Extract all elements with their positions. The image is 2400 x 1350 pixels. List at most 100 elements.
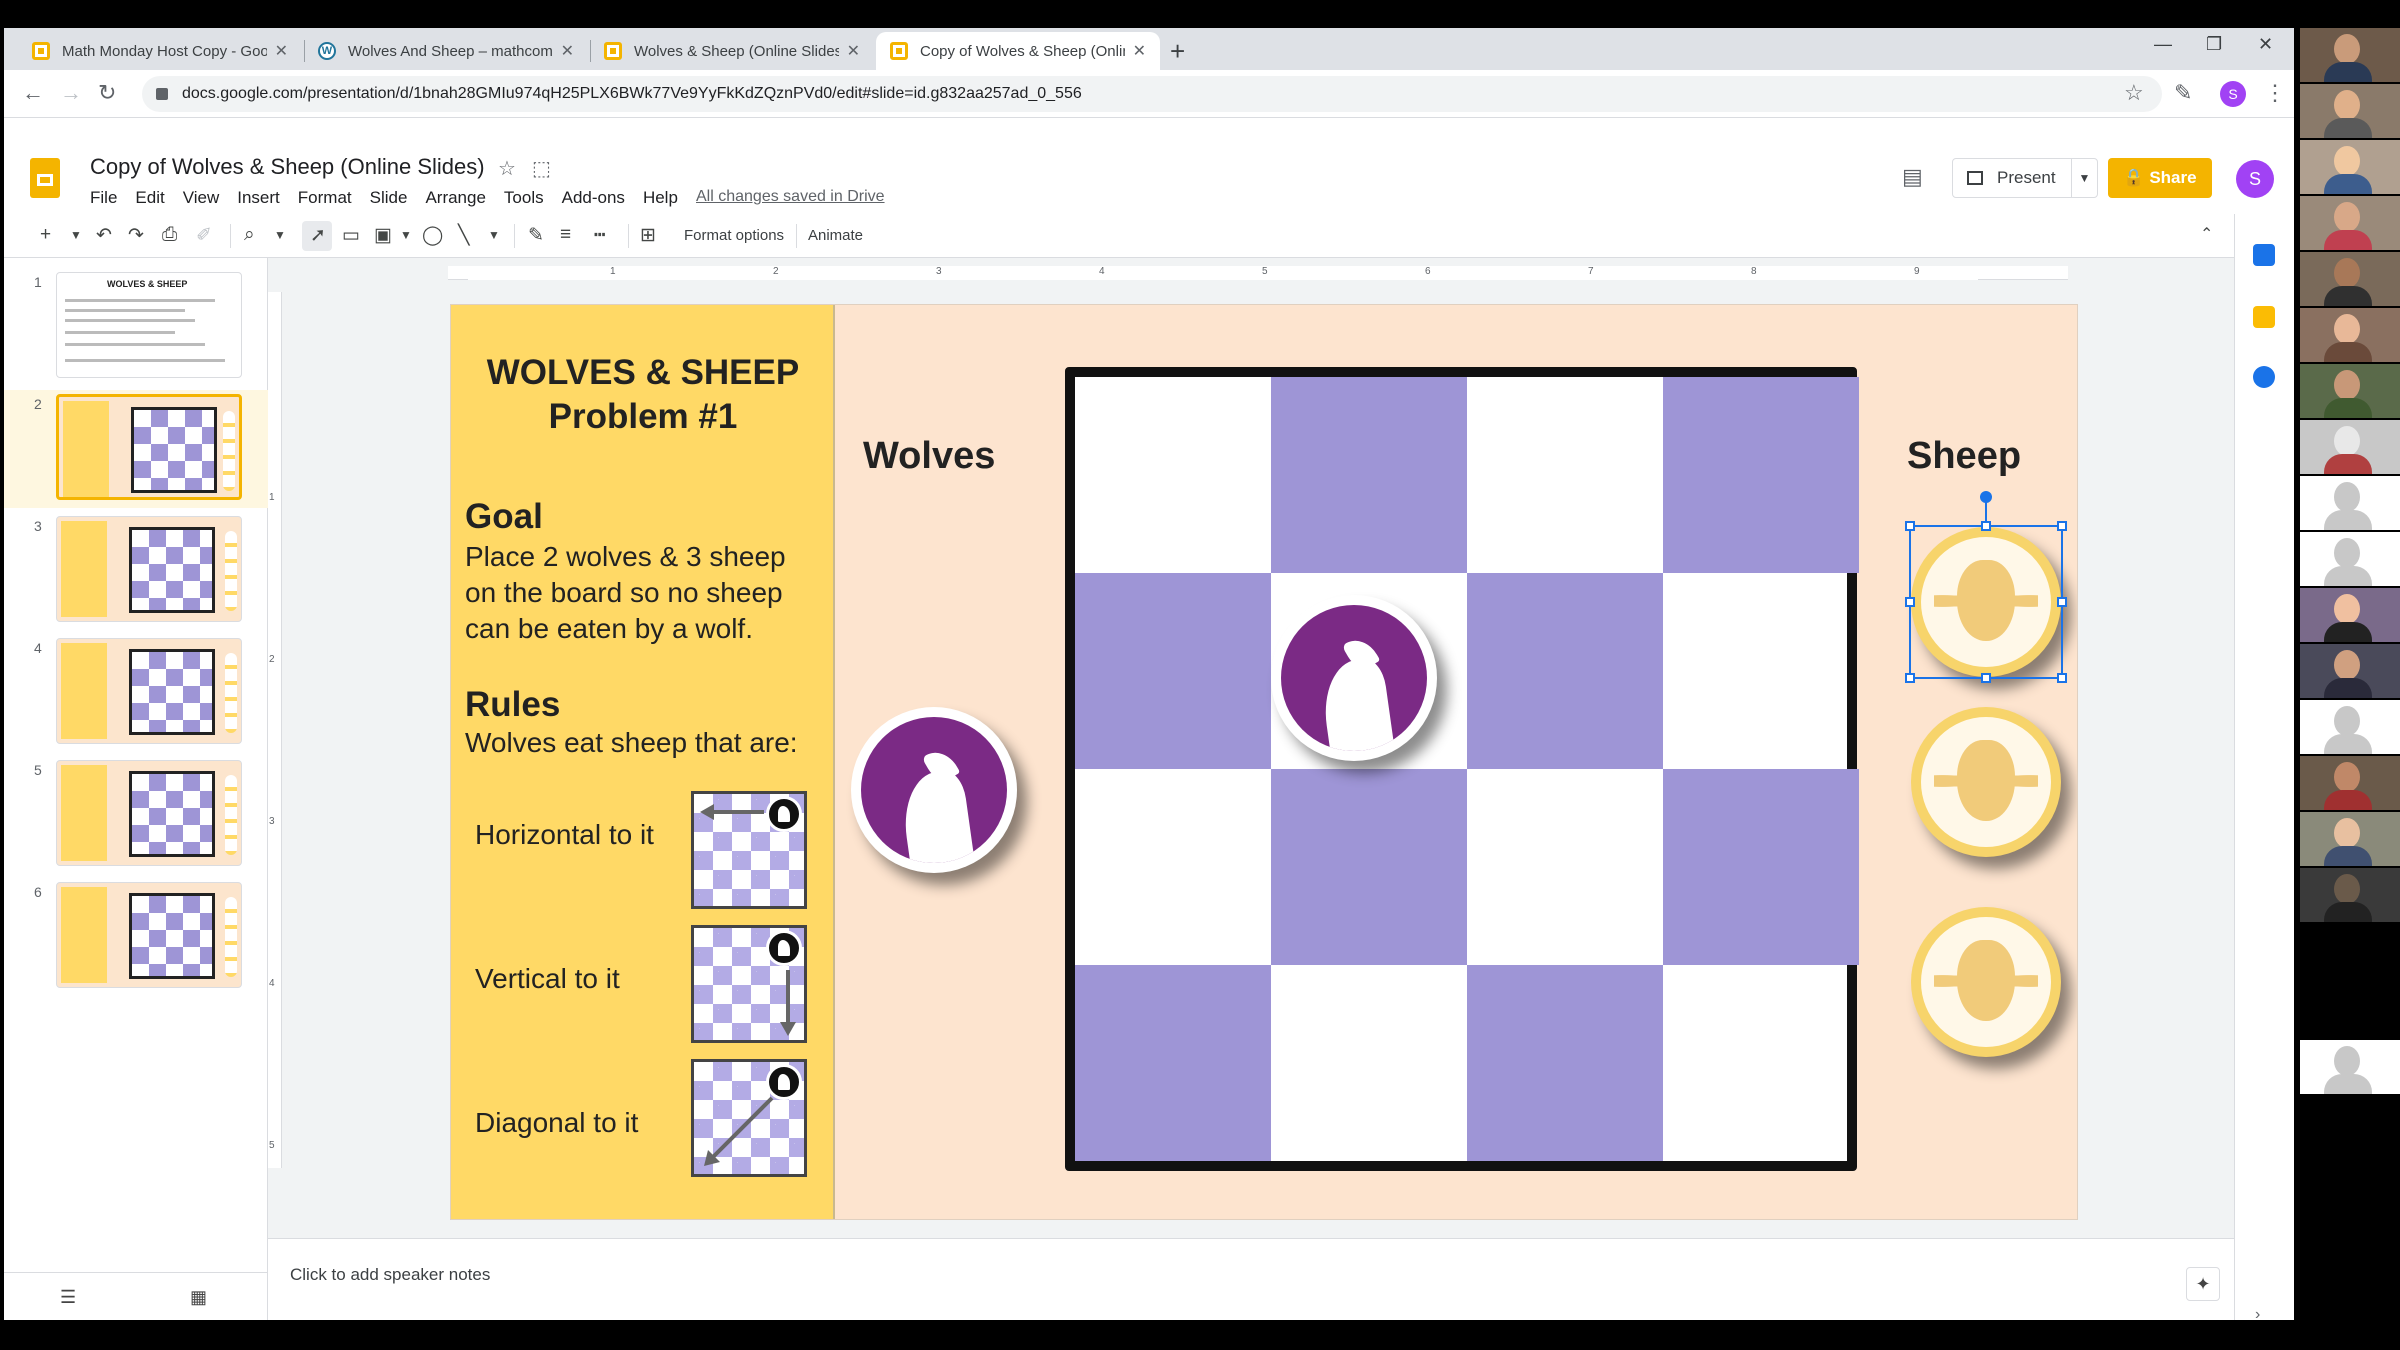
- slide-thumbnail-3[interactable]: 3: [4, 512, 268, 630]
- extension-icon[interactable]: ✎: [2174, 80, 2192, 106]
- collapse-toolbar-icon[interactable]: ⌃: [2200, 224, 2213, 244]
- chevron-down-icon[interactable]: ▼: [274, 228, 286, 242]
- vertical-ruler[interactable]: 1 2 3 4 5: [268, 292, 282, 1168]
- shape-icon[interactable]: ◯: [422, 224, 443, 247]
- close-icon[interactable]: ✕: [1133, 41, 1146, 61]
- participant-video[interactable]: [2300, 364, 2400, 418]
- explore-icon[interactable]: ✦: [2186, 1267, 2220, 1301]
- zoom-icon[interactable]: ⌕: [244, 224, 255, 246]
- chevron-down-icon[interactable]: ▼: [70, 228, 82, 242]
- rotate-handle[interactable]: [1980, 491, 1992, 503]
- participant-placeholder[interactable]: [2300, 532, 2400, 586]
- image-icon[interactable]: ▣: [374, 224, 392, 247]
- border-dash-icon[interactable]: ┅: [594, 224, 605, 247]
- browser-tab-3[interactable]: Wolves & Sheep (Online Slides) ✕: [590, 32, 874, 70]
- menu-insert[interactable]: Insert: [237, 188, 280, 208]
- participant-placeholder[interactable]: [2300, 1040, 2400, 1094]
- participant-video[interactable]: [2300, 28, 2400, 82]
- slide-thumbnail-1[interactable]: 1 WOLVES & SHEEP: [4, 268, 268, 386]
- participant-placeholder[interactable]: [2300, 700, 2400, 754]
- menu-addons[interactable]: Add-ons: [562, 188, 625, 208]
- current-slide[interactable]: WOLVES & SHEEP Problem #1 Goal Place 2 w…: [450, 304, 2078, 1220]
- close-icon[interactable]: ✕: [561, 41, 574, 61]
- browser-tab-4-active[interactable]: Copy of Wolves & Sheep (Online ✕: [876, 32, 1160, 70]
- pen-color-icon[interactable]: ✎: [528, 224, 544, 247]
- resize-handle[interactable]: [2057, 521, 2067, 531]
- menu-file[interactable]: File: [90, 188, 117, 208]
- save-status[interactable]: All changes saved in Drive: [696, 188, 885, 206]
- browser-tab-2[interactable]: W Wolves And Sheep – mathcomm ✕: [304, 32, 588, 70]
- bookmark-star-icon[interactable]: ☆: [2124, 80, 2144, 106]
- reload-icon[interactable]: ↻: [98, 80, 116, 106]
- resize-handle[interactable]: [1981, 673, 1991, 683]
- forward-icon[interactable]: →: [60, 80, 82, 106]
- line-icon[interactable]: ╲: [458, 224, 469, 247]
- menu-tools[interactable]: Tools: [504, 188, 544, 208]
- present-button[interactable]: Present ▼: [1952, 158, 2098, 198]
- sheep-token[interactable]: [1911, 907, 2061, 1057]
- format-options-button[interactable]: Format options: [684, 227, 784, 244]
- animate-button[interactable]: Animate: [808, 227, 863, 244]
- back-icon[interactable]: ←: [22, 80, 44, 106]
- menu-arrange[interactable]: Arrange: [425, 188, 485, 208]
- share-button[interactable]: 🔒 Share: [2108, 158, 2212, 198]
- list-view-icon[interactable]: ☰: [60, 1287, 76, 1308]
- tasks-icon[interactable]: [2253, 366, 2275, 388]
- menu-edit[interactable]: Edit: [135, 188, 164, 208]
- slide-thumbnail-2[interactable]: 2: [4, 390, 268, 508]
- instructions-panel[interactable]: WOLVES & SHEEP Problem #1 Goal Place 2 w…: [451, 305, 835, 1219]
- add-comment-icon[interactable]: ⊞: [640, 224, 656, 247]
- new-slide-icon[interactable]: +: [40, 224, 51, 246]
- restore-icon[interactable]: ❐: [2206, 34, 2222, 55]
- menu-help[interactable]: Help: [643, 188, 678, 208]
- grid-view-icon[interactable]: ▦: [190, 1287, 207, 1308]
- game-board[interactable]: [1065, 367, 1859, 1171]
- menu-view[interactable]: View: [183, 188, 220, 208]
- border-weight-icon[interactable]: ≡: [560, 224, 571, 246]
- browser-tab-1[interactable]: Math Monday Host Copy - Goog ✕: [18, 32, 302, 70]
- star-icon[interactable]: ☆: [498, 156, 516, 181]
- comments-icon[interactable]: ▤: [1902, 164, 1923, 190]
- participant-video[interactable]: [2300, 868, 2400, 922]
- participant-video[interactable]: [2300, 252, 2400, 306]
- slide-thumbnail-6[interactable]: 6: [4, 878, 268, 996]
- profile-avatar[interactable]: S: [2220, 81, 2246, 107]
- chevron-down-icon[interactable]: ▼: [488, 228, 500, 242]
- chevron-down-icon[interactable]: ▼: [2071, 159, 2097, 197]
- slide-thumbnail-4[interactable]: 4: [4, 634, 268, 752]
- horizontal-ruler[interactable]: 1 2 3 4 5 6 7 8 9: [448, 266, 2068, 280]
- undo-icon[interactable]: ↶: [96, 224, 112, 247]
- menu-slide[interactable]: Slide: [370, 188, 408, 208]
- participant-video[interactable]: [2300, 420, 2400, 474]
- paint-format-icon[interactable]: ✐: [196, 224, 212, 247]
- print-icon[interactable]: ⎙: [162, 224, 177, 246]
- sheep-token[interactable]: [1911, 707, 2061, 857]
- participant-placeholder[interactable]: [2300, 476, 2400, 530]
- participant-video[interactable]: [2300, 308, 2400, 362]
- expand-panel-icon[interactable]: ›: [2255, 1306, 2271, 1320]
- resize-handle[interactable]: [1905, 673, 1915, 683]
- text-box-icon[interactable]: ▭: [342, 224, 360, 247]
- participant-video[interactable]: [2300, 84, 2400, 138]
- participant-video[interactable]: [2300, 588, 2400, 642]
- wolf-token[interactable]: [851, 707, 1017, 873]
- minimize-icon[interactable]: —: [2154, 34, 2172, 55]
- wolf-token-on-board[interactable]: [1271, 595, 1437, 761]
- resize-handle[interactable]: [1905, 521, 1915, 531]
- participant-video[interactable]: [2300, 140, 2400, 194]
- resize-handle[interactable]: [2057, 597, 2067, 607]
- close-window-icon[interactable]: ✕: [2258, 34, 2273, 55]
- participant-video[interactable]: [2300, 644, 2400, 698]
- user-avatar[interactable]: S: [2236, 160, 2274, 198]
- calendar-icon[interactable]: [2253, 244, 2275, 266]
- chevron-down-icon[interactable]: ▼: [400, 228, 412, 242]
- address-bar[interactable]: docs.google.com/presentation/d/1bnah28GM…: [142, 76, 2162, 112]
- resize-handle[interactable]: [1905, 597, 1915, 607]
- slide-thumbnail-5[interactable]: 5: [4, 756, 268, 874]
- keep-icon[interactable]: [2253, 306, 2275, 328]
- new-tab-button[interactable]: +: [1170, 36, 1185, 67]
- move-folder-icon[interactable]: ⬚: [532, 156, 551, 181]
- redo-icon[interactable]: ↷: [128, 224, 144, 247]
- menu-format[interactable]: Format: [298, 188, 352, 208]
- participant-video[interactable]: [2300, 756, 2400, 810]
